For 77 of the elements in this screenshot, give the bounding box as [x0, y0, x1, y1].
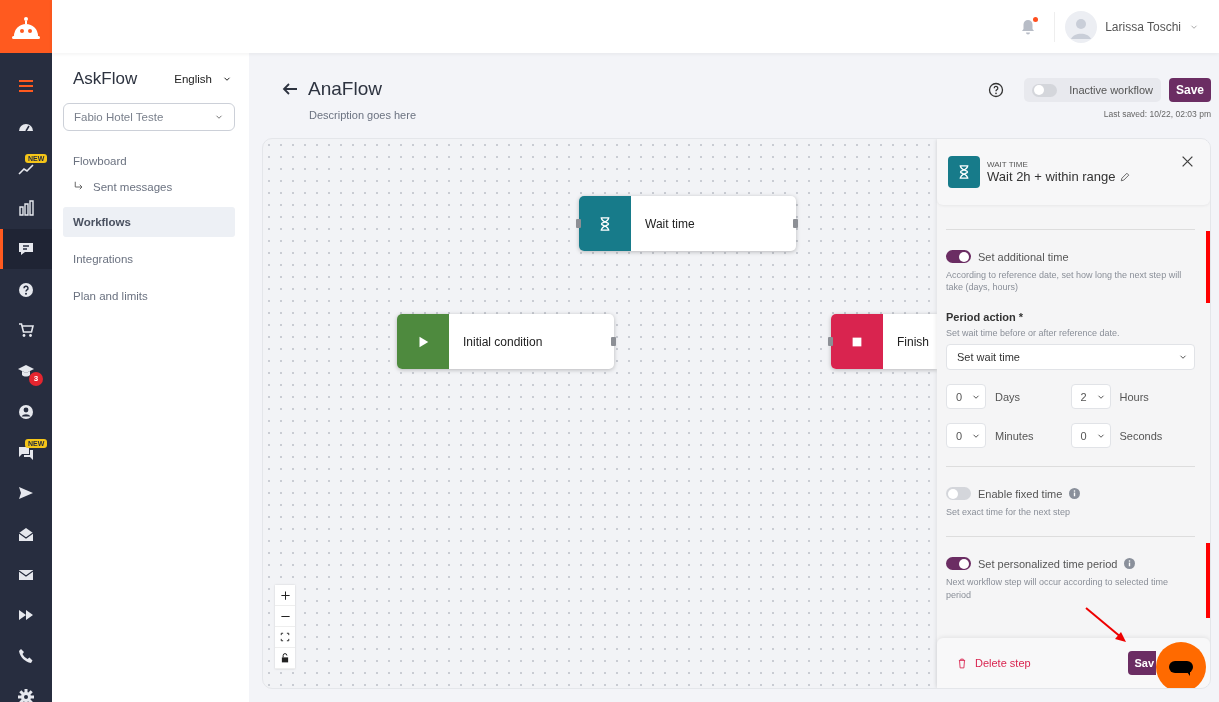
arrow: [1084, 606, 1128, 644]
workflow-title: AnaFlow: [308, 78, 382, 100]
app-title: AskFlow: [73, 69, 138, 89]
node-label: Finish: [897, 334, 929, 349]
user-name[interactable]: Larissa Toschi: [1105, 19, 1181, 34]
flow-node[interactable]: Initial condition: [397, 314, 614, 369]
unit-label: Days: [995, 390, 1021, 403]
close-icon: [1181, 155, 1194, 168]
status-toggle[interactable]: Inactive workflow: [1024, 78, 1161, 102]
phone-icon: [18, 647, 34, 664]
nav-item[interactable]: [0, 228, 52, 270]
nav-item[interactable]: 3: [0, 350, 52, 392]
unit-label: Seconds: [1119, 429, 1163, 442]
cart-icon: [18, 322, 34, 339]
toggle-switch[interactable]: [946, 250, 971, 263]
flow-node[interactable]: Finish: [831, 314, 937, 369]
toggle-switch[interactable]: [946, 487, 971, 501]
plus-icon: [279, 589, 291, 601]
toggle-label: Enable fixed time: [978, 487, 1063, 500]
menu-item[interactable]: Flowboard: [63, 146, 235, 176]
flow-canvas[interactable]: [262, 138, 1211, 689]
info-icon: [1124, 558, 1136, 570]
menu-icon: [18, 78, 34, 95]
number-select[interactable]: 0: [946, 384, 986, 410]
number-select[interactable]: 2: [1070, 384, 1111, 410]
bar-chart-icon: [18, 200, 34, 217]
status-label: Inactive workflow: [1069, 84, 1153, 96]
help-icon: [18, 281, 34, 298]
panel-eyebrow: WAIT TIME: [987, 160, 1029, 169]
toggle-switch[interactable]: [946, 557, 971, 571]
flow-node[interactable]: Wait time: [579, 196, 796, 251]
panel-title: Wait 2h + within range: [987, 169, 1116, 184]
bell-icon: [1020, 18, 1037, 35]
help-text: Set exact time for the next step: [946, 506, 1072, 519]
last-saved-text: Last saved: 10/22, 02:03 pm: [1103, 109, 1211, 119]
chat-icon: [18, 444, 34, 461]
save-button[interactable]: Save: [1168, 78, 1211, 102]
user-icon: [18, 403, 34, 420]
period-select[interactable]: Set wait time: [946, 344, 1195, 371]
account-select[interactable]: Fabio Hotel Teste: [63, 103, 235, 131]
menu-item[interactable]: Integrations: [63, 244, 235, 274]
send-icon: [18, 485, 34, 502]
highlight-bar: [1206, 231, 1210, 303]
unit-label: Hours: [1119, 390, 1149, 403]
node-label: Wait time: [645, 216, 695, 231]
padlock-icon: [280, 653, 290, 663]
hint-text: Set wait time before or after reference date.: [946, 328, 1121, 339]
sub-menu-item[interactable]: Sent messages: [63, 176, 235, 198]
toggle-label: Set additional time: [978, 250, 1069, 263]
chat-icon: [18, 241, 34, 258]
node-label: Initial condition: [463, 334, 543, 349]
help-text: According to reference date, set how long the next step will take (days, hours): [946, 269, 1183, 294]
trash-icon: [957, 657, 967, 669]
help-icon: [988, 82, 1005, 98]
workflow-description: Description goes here: [309, 109, 416, 121]
number-select[interactable]: 0: [946, 423, 986, 449]
avatar-icon: [1065, 10, 1098, 43]
language-select[interactable]: English: [174, 73, 232, 85]
field-label: Period action *: [946, 311, 1025, 324]
unit-label: Minutes: [995, 429, 1034, 442]
menu-item[interactable]: Plan and limits: [63, 281, 235, 311]
back-arrow-icon: [282, 81, 298, 97]
corners-icon: [280, 632, 290, 642]
count-badge: 3: [29, 371, 43, 386]
hourglass-icon: [957, 165, 971, 179]
toggle-label: Set personalized time period: [978, 557, 1118, 570]
toggle-switch[interactable]: [1032, 83, 1058, 97]
hourglass-icon: [598, 216, 612, 231]
pencil-icon: [1119, 171, 1130, 182]
menu-item[interactable]: Workflows: [63, 207, 235, 237]
chat-bubble-button[interactable]: [1156, 642, 1206, 688]
number-select[interactable]: 0: [1070, 423, 1111, 449]
help-text: Next workflow step will occur according to selected time period: [946, 576, 1170, 601]
save-button[interactable]: Sav: [1128, 651, 1156, 675]
info-icon: [1069, 488, 1081, 500]
open-envelope-icon: [18, 525, 34, 542]
delete-step-button[interactable]: Delete step: [957, 657, 1031, 669]
